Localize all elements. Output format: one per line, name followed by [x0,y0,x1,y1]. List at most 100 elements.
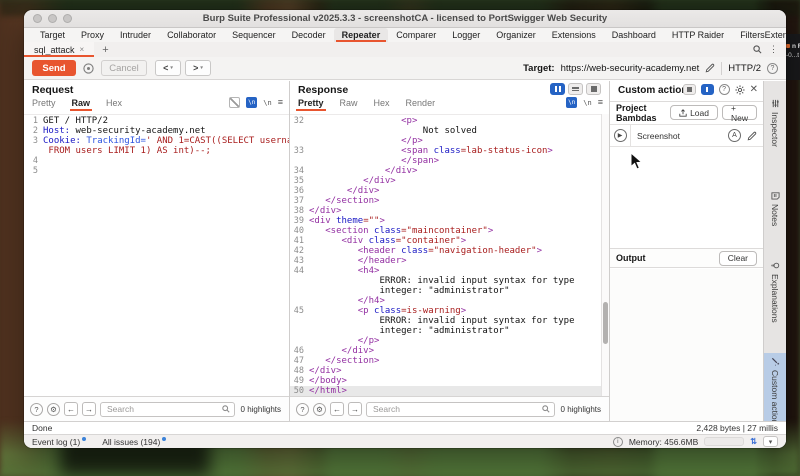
sidebar-tab-notes[interactable]: Notes [764,187,786,241]
response-code-line[interactable]: 48</div> [290,366,609,376]
request-code-line[interactable]: 1GET / HTTP/2 [24,116,289,126]
response-scrollbar[interactable] [601,114,609,396]
response-tab-raw[interactable]: Raw [340,98,358,111]
request-code-line[interactable]: FROM users LIMIT 1) AS int)--; [24,146,289,156]
newline-text-icon[interactable]: \n [583,99,591,107]
menu-tab-dashboard[interactable]: Dashboard [604,28,664,42]
menu-tab-target[interactable]: Target [32,28,73,42]
send-button[interactable]: Send [32,60,76,76]
close-tab-icon[interactable]: × [80,45,85,54]
response-code-line[interactable]: 47 </section> [290,356,609,366]
target-scope-icon[interactable] [82,62,95,75]
previous-match-button[interactable]: ← [330,402,344,416]
response-code-line[interactable]: Not solved [290,126,609,136]
response-tab-render[interactable]: Render [406,98,436,111]
response-tab-pretty[interactable]: Pretty [298,98,324,111]
rows-layout-button[interactable] [568,83,583,95]
response-code-line[interactable]: </span> [290,156,609,166]
more-options-icon[interactable]: ⋮ [769,44,778,55]
dock-right-button[interactable] [701,84,714,95]
request-editor[interactable]: 1GET / HTTP/22Host: web-security-academy… [24,114,289,396]
response-tab-hex[interactable]: Hex [374,98,390,111]
search-settings-icon[interactable]: ⚙ [47,403,60,416]
next-match-button[interactable]: → [348,402,362,416]
garbage-collect-icon[interactable]: ⇅ [750,437,757,446]
response-code-line[interactable]: 33 <span class=lab-status-icon> [290,146,609,156]
back-history-button[interactable]: <▾ [155,60,181,76]
response-code-line[interactable]: 32 <p> [290,116,609,126]
response-code-line[interactable]: 35 </div> [290,176,609,186]
response-code-line[interactable]: 39<div theme=""> [290,216,609,226]
request-code-line[interactable]: 4 [24,156,289,166]
scrollbar-thumb[interactable] [603,302,608,344]
menu-tab-http-raider[interactable]: HTTP Raider [664,28,732,42]
response-code-line[interactable]: 44 <h4> [290,266,609,276]
sidebar-tab-inspector[interactable]: Inspector [764,95,786,167]
response-code-line[interactable]: 38</div> [290,206,609,216]
help-icon[interactable]: ? [719,84,730,95]
sidebar-tab-explanations[interactable]: Explanations [764,257,786,339]
response-code-line[interactable]: </h4> [290,296,609,306]
pencil-icon[interactable] [747,131,757,141]
response-code-line[interactable]: 45 <p class=is-warning> [290,306,609,316]
response-editor[interactable]: 32 <p> Not solved </p>33 <span class=lab… [290,114,609,396]
menu-tab-filtersextension[interactable]: FiltersExtension [732,28,786,42]
menu-tab-extensions[interactable]: Extensions [544,28,604,42]
dock-left-button[interactable] [683,84,696,95]
response-code-line[interactable]: 49</body> [290,376,609,386]
response-code-line[interactable]: 50</html> [290,386,609,396]
newline-text-icon[interactable]: \n [263,99,271,107]
pencil-icon[interactable] [705,63,715,73]
menu-tab-organizer[interactable]: Organizer [488,28,544,42]
response-search-input[interactable] [371,403,542,415]
response-code-line[interactable]: 46 </div> [290,346,609,356]
tabs-layout-button[interactable] [586,83,601,95]
newline-toggle-icon[interactable]: \n [246,97,257,108]
next-match-button[interactable]: → [82,402,96,416]
request-tab-pretty[interactable]: Pretty [32,98,56,111]
all-issues-button[interactable]: All issues (194) [102,437,166,447]
search-help-icon[interactable]: ? [296,403,309,416]
menu-tab-decoder[interactable]: Decoder [284,28,334,42]
gear-icon[interactable] [735,85,745,95]
response-code-line[interactable]: 40 <section class="maincontainer"> [290,226,609,236]
menu-tab-collaborator[interactable]: Collaborator [159,28,224,42]
request-code-line[interactable]: 5 [24,166,289,176]
search-icon[interactable] [753,45,762,54]
columns-layout-button[interactable] [550,83,565,95]
response-code-line[interactable]: integer: "administrator" [290,326,609,336]
response-code-line[interactable]: 41 <div class="container"> [290,236,609,246]
request-tab-hex[interactable]: Hex [106,98,122,111]
menu-tab-repeater[interactable]: Repeater [334,28,389,42]
response-code-line[interactable]: 36 </div> [290,186,609,196]
hide-nonprinting-icon[interactable] [229,97,240,108]
new-tab-button[interactable]: + [94,44,116,56]
menu-tab-sequencer[interactable]: Sequencer [224,28,284,42]
previous-match-button[interactable]: ← [64,402,78,416]
response-code-line[interactable]: </p> [290,136,609,146]
newline-toggle-icon[interactable]: \n [566,97,577,108]
load-button[interactable]: Load [670,105,718,120]
menu-tab-intruder[interactable]: Intruder [112,28,159,42]
response-code-line[interactable]: ERROR: invalid input syntax for type [290,316,609,326]
response-code-line[interactable]: 37 </section> [290,196,609,206]
request-search-input[interactable] [105,403,222,415]
search-help-icon[interactable]: ? [30,403,43,416]
close-panel-icon[interactable]: ✕ [750,84,758,95]
editor-menu-icon[interactable]: ≡ [278,98,283,107]
response-code-line[interactable]: integer: "administrator" [290,286,609,296]
response-code-line[interactable]: </p> [290,336,609,346]
response-code-line[interactable]: 43 </header> [290,256,609,266]
menu-tab-comparer[interactable]: Comparer [388,28,444,42]
custom-action-item[interactable]: ▶ Screenshot A [610,124,763,147]
expand-status-button[interactable]: ▾ [763,436,778,447]
apply-all-icon[interactable]: A [728,129,741,142]
request-code-line[interactable]: 2Host: web-security-academy.net [24,126,289,136]
clear-output-button[interactable]: Clear [719,251,757,266]
menu-tab-proxy[interactable]: Proxy [73,28,112,42]
response-code-line[interactable]: 34 </div> [290,166,609,176]
run-action-cell[interactable]: ▶ [610,125,631,146]
repeater-tab-sql-attack[interactable]: sql_attack × [24,42,94,57]
request-tab-raw[interactable]: Raw [72,98,91,111]
menu-tab-logger[interactable]: Logger [444,28,488,42]
